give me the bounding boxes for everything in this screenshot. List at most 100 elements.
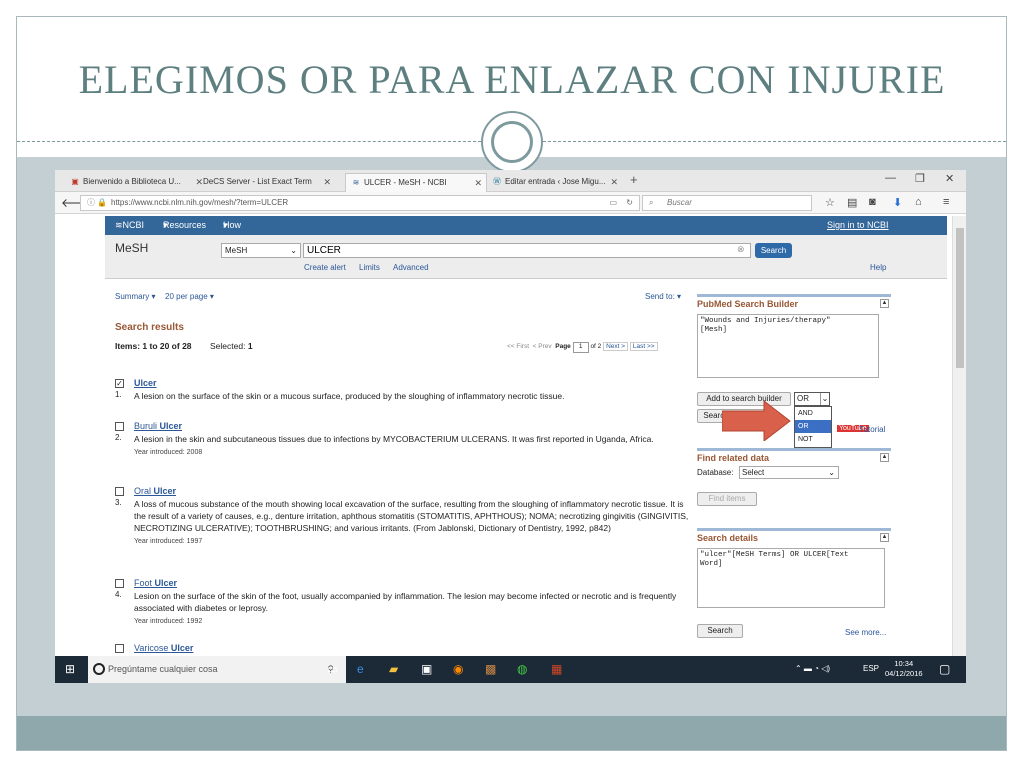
collapse-toggle-icon[interactable]: ▲ [880, 453, 889, 462]
collapse-toggle-icon[interactable]: ▲ [880, 299, 889, 308]
help-link[interactable]: Help [870, 263, 886, 272]
result-checkbox[interactable] [115, 487, 124, 496]
search-placeholder: Buscar [667, 198, 692, 207]
result-title-link[interactable]: Oral Ulcer [134, 486, 176, 496]
tutorial-link[interactable]: Tutorial [859, 425, 885, 434]
scrollbar-thumb[interactable] [956, 228, 964, 368]
ncbi-top-bar: ≋ NCBI Resources ▾ How To ▾ Sign in to N… [105, 216, 947, 249]
clock[interactable]: 10:34 04/12/2016 [885, 659, 923, 679]
search-button[interactable]: Search [755, 243, 792, 258]
chevron-down-icon: ⌄ [820, 393, 829, 405]
search-details-textarea[interactable]: "ulcer"[MeSH Terms] OR ULCER[Text Word] [697, 548, 885, 608]
create-alert-link[interactable]: Create alert [304, 263, 346, 272]
browser-search-field[interactable]: ⌕ Buscar [642, 195, 812, 211]
chrome-icon[interactable]: ◍ [517, 662, 527, 676]
related-database-select[interactable]: Select ⌄ [739, 466, 839, 479]
prev-page-link[interactable]: < Prev [533, 343, 552, 350]
result-item: 4. Foot Ulcer Lesion on the surface of t… [115, 578, 695, 628]
tray-icons[interactable]: ⌃ ▬ ◔ ◁) [795, 664, 830, 673]
divider-circle-ornament [481, 111, 543, 173]
how-to-menu[interactable]: How To ▾ [223, 216, 241, 249]
result-description: A lesion on the surface of the skin or a… [134, 391, 565, 401]
navigation-bar: 🡐 ⓘ 🔒 https://www.ncbi.nlm.nih.gov/mesh/… [55, 192, 966, 214]
operator-option-not[interactable]: NOT [795, 433, 831, 446]
new-tab-button[interactable]: + [630, 172, 638, 187]
details-search-button[interactable]: Search [697, 624, 743, 638]
windows-taskbar: ⊞ Pregúntame cualquier cosa ⚲ ▭ e ▰ ▣ ◉ … [55, 656, 966, 683]
tab-bar: ▣ Bienvenido a Biblioteca U... ✕ DeCS Se… [55, 170, 966, 192]
result-title-link[interactable]: Buruli Ulcer [134, 421, 182, 431]
tab-decs[interactable]: DeCS Server - List Exact Term ✕ [195, 173, 335, 192]
ncbi-logo[interactable]: ≋ NCBI [115, 216, 144, 235]
close-tab-icon[interactable]: ✕ [474, 174, 482, 192]
clear-input-icon[interactable]: ⊗ [737, 244, 745, 255]
result-title-link[interactable]: Varicose Ulcer [134, 643, 193, 653]
operator-dropdown-menu[interactable]: AND OR NOT [794, 406, 832, 448]
result-title-link[interactable]: Foot Ulcer [134, 578, 177, 588]
database-select[interactable]: MeSH ⌄ [221, 243, 301, 258]
store-icon[interactable]: ▣ [421, 662, 432, 676]
collapse-toggle-icon[interactable]: ▲ [880, 533, 889, 542]
pocket-icon[interactable]: ◙ [869, 196, 876, 208]
restore-icon[interactable]: ❐ [915, 172, 925, 185]
operator-option-or[interactable]: OR [795, 420, 831, 433]
resources-menu[interactable]: Resources ▾ [163, 216, 206, 235]
result-checkbox[interactable] [115, 579, 124, 588]
ncbi-icon: ≋ [352, 178, 360, 187]
task-view-icon[interactable]: ▭ [327, 662, 338, 676]
close-window-icon[interactable]: ✕ [945, 172, 954, 185]
close-tab-icon[interactable]: ✕ [323, 173, 331, 191]
result-checkbox[interactable] [115, 422, 124, 431]
see-more-link[interactable]: See more... [845, 628, 886, 637]
sign-in-link[interactable]: Sign in to NCBI [827, 216, 889, 235]
last-page-link[interactable]: Last >> [629, 342, 658, 351]
url-text: https://www.ncbi.nlm.nih.gov/mesh/?term=… [111, 198, 289, 207]
download-icon[interactable]: ⬇ [893, 196, 902, 209]
reload-icon[interactable]: ↻ [626, 196, 633, 210]
operator-option-and[interactable]: AND [795, 407, 831, 420]
powerpoint-icon[interactable]: ▦ [551, 662, 562, 676]
clipboard-icon[interactable]: ▤ [847, 196, 857, 209]
reader-view-icon[interactable]: ▭ [609, 196, 617, 210]
page-scrollbar[interactable] [952, 216, 966, 656]
photos-icon[interactable]: ▩ [485, 662, 496, 676]
tab-ulcer-mesh[interactable]: ≋ ULCER - MeSH - NCBI ✕ [345, 173, 487, 192]
operator-select[interactable]: OR ⌄ [794, 392, 830, 406]
right-sidebar: PubMed Search Builder ▲ "Wounds and Inju… [697, 294, 891, 654]
limits-link[interactable]: Limits [359, 263, 380, 272]
page-total: of 2 [590, 343, 602, 350]
result-checkbox[interactable]: ✓ [115, 379, 124, 388]
search-term-input[interactable]: ULCER [303, 243, 751, 258]
per-page-menu[interactable]: 20 per page ▾ [165, 292, 214, 301]
firefox-icon[interactable]: ◉ [453, 662, 463, 676]
result-item: 2. Buruli Ulcer A lesion in the skin and… [115, 421, 695, 471]
summary-format-menu[interactable]: Summary ▾ [115, 292, 155, 301]
result-checkbox[interactable] [115, 644, 124, 653]
ncbi-page: ≋ NCBI Resources ▾ How To ▾ Sign in to N… [105, 216, 947, 656]
home-icon[interactable]: ⌂ [915, 196, 922, 208]
windows-start-icon[interactable]: ⊞ [65, 662, 75, 676]
notifications-icon[interactable]: ▢ [939, 662, 950, 676]
cortana-search-box[interactable]: Pregúntame cualquier cosa ⚲ [88, 656, 346, 683]
file-explorer-icon[interactable]: ▰ [389, 662, 398, 676]
tab-editar-entrada[interactable]: Ⓦ Editar entrada ‹ Jose Migu... ✕ [487, 173, 622, 192]
result-title-link[interactable]: Ulcer [134, 378, 157, 388]
language-indicator[interactable]: ESP [863, 664, 879, 673]
page-number-input[interactable]: 1 [572, 342, 589, 353]
tab-label: ULCER - MeSH - NCBI [364, 178, 447, 187]
edge-icon[interactable]: e [357, 662, 364, 676]
pointer-arrow-icon [722, 401, 791, 441]
next-page-link[interactable]: Next > [603, 342, 629, 351]
close-tab-icon[interactable]: ✕ [610, 173, 618, 191]
find-items-button[interactable]: Find items [697, 492, 757, 506]
tab-biblioteca[interactable]: ▣ Bienvenido a Biblioteca U... ✕ [65, 173, 207, 192]
search-icon: ⌕ [649, 198, 654, 207]
address-bar[interactable]: ⓘ 🔒 https://www.ncbi.nlm.nih.gov/mesh/?t… [80, 195, 640, 211]
first-page-link[interactable]: << First [507, 343, 529, 350]
bookmark-star-icon[interactable]: ☆ [825, 196, 835, 209]
search-builder-textarea[interactable]: "Wounds and Injuries/therapy" [Mesh] [697, 314, 879, 378]
send-to-menu[interactable]: Send to: ▾ [645, 292, 681, 301]
minimize-icon[interactable]: — [885, 172, 896, 184]
advanced-link[interactable]: Advanced [393, 263, 429, 272]
menu-icon[interactable]: ≡ [943, 196, 949, 208]
